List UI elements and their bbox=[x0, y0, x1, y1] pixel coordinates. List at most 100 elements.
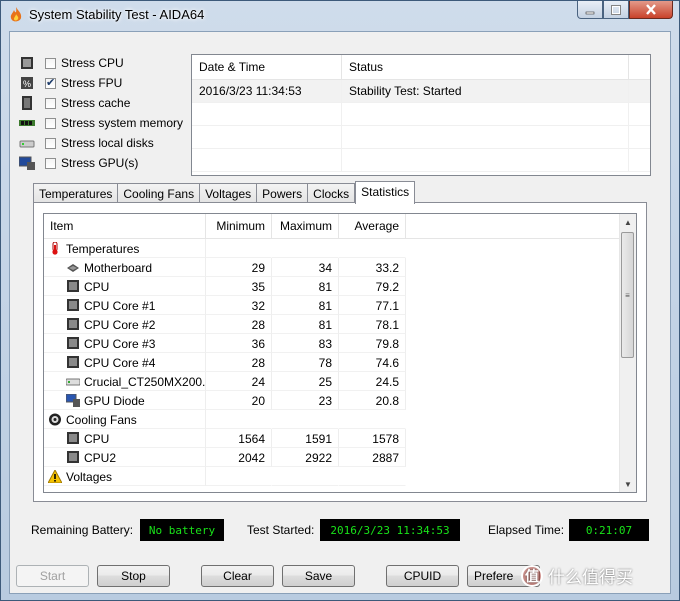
row-maximum bbox=[272, 410, 339, 429]
row-item-label: Crucial_CT250MX200... bbox=[84, 375, 206, 389]
row-average: 79.2 bbox=[339, 277, 406, 296]
tab-voltages[interactable]: Voltages bbox=[199, 183, 258, 203]
stress-fpu-option[interactable]: % Stress FPU bbox=[19, 73, 189, 93]
test-started-label: Test Started: bbox=[247, 523, 315, 537]
row-item-label: Cooling Fans bbox=[66, 413, 137, 427]
log-row[interactable]: 2016/3/23 11:34:53 Stability Test: Start… bbox=[192, 80, 650, 103]
log-header-status[interactable]: Status bbox=[342, 55, 629, 79]
row-average: 77.1 bbox=[339, 296, 406, 315]
tab-clocks[interactable]: Clocks bbox=[307, 183, 356, 203]
test-started-value: 2016/3/23 11:34:53 bbox=[320, 519, 460, 541]
table-row[interactable]: CPU 35 81 79.2 bbox=[44, 277, 636, 296]
stress-cache-option[interactable]: Stress cache bbox=[19, 93, 189, 113]
group-row[interactable]: Cooling Fans bbox=[44, 410, 636, 429]
row-maximum: 83 bbox=[272, 334, 339, 353]
stress-memory-option[interactable]: Stress system memory bbox=[19, 113, 189, 133]
start-button[interactable]: Start bbox=[16, 565, 89, 587]
row-average bbox=[339, 467, 406, 486]
row-maximum: 2922 bbox=[272, 448, 339, 467]
maximize-icon bbox=[611, 4, 621, 15]
table-row[interactable]: CPU 1564 1591 1578 bbox=[44, 429, 636, 448]
scroll-thumb[interactable]: ≡ bbox=[621, 232, 634, 358]
stress-disks-option[interactable]: Stress local disks bbox=[19, 133, 189, 153]
cpu-icon bbox=[66, 318, 80, 331]
tab-powers[interactable]: Powers bbox=[256, 183, 309, 203]
table-row[interactable]: CPU Core #4 28 78 74.6 bbox=[44, 353, 636, 372]
table-row[interactable]: CPU Core #1 32 81 77.1 bbox=[44, 296, 636, 315]
table-row[interactable]: Crucial_CT250MX200... 24 25 24.5 bbox=[44, 372, 636, 391]
row-average: 2887 bbox=[339, 448, 406, 467]
gpu-monitor-icon bbox=[18, 156, 35, 170]
row-minimum bbox=[206, 239, 272, 258]
scroll-down-arrow-icon[interactable]: ▼ bbox=[620, 476, 636, 492]
header-average[interactable]: Average bbox=[339, 214, 406, 238]
stress-memory-checkbox[interactable] bbox=[45, 117, 56, 129]
stress-fpu-checkbox[interactable] bbox=[45, 76, 56, 89]
battery-label: Remaining Battery: bbox=[31, 523, 134, 537]
minimize-button[interactable] bbox=[577, 1, 603, 19]
tab-temperatures[interactable]: Temperatures bbox=[33, 183, 119, 203]
stress-gpu-option[interactable]: Stress GPU(s) bbox=[18, 153, 189, 173]
clear-button[interactable]: Clear bbox=[201, 565, 274, 587]
event-log-list[interactable]: Date & Time Status 2016/3/23 11:34:53 St… bbox=[191, 54, 651, 176]
stress-gpu-label: Stress GPU(s) bbox=[61, 156, 139, 170]
battery-value: No battery bbox=[140, 519, 224, 541]
cpuid-button[interactable]: CPUID bbox=[386, 565, 459, 587]
row-item-label: CPU Core #4 bbox=[84, 356, 156, 370]
memory-icon bbox=[19, 116, 35, 130]
row-minimum: 29 bbox=[206, 258, 272, 277]
group-row[interactable]: Voltages bbox=[44, 467, 636, 486]
row-item-label: Temperatures bbox=[66, 242, 140, 256]
header-maximum[interactable]: Maximum bbox=[272, 214, 339, 238]
log-header-datetime[interactable]: Date & Time bbox=[192, 55, 342, 79]
stress-cpu-checkbox[interactable] bbox=[45, 57, 56, 69]
table-row[interactable]: GPU Diode 20 23 20.8 bbox=[44, 391, 636, 410]
row-average: 33.2 bbox=[339, 258, 406, 277]
stress-cache-checkbox[interactable] bbox=[45, 97, 56, 109]
stress-disks-checkbox[interactable] bbox=[45, 137, 56, 149]
row-maximum bbox=[272, 239, 339, 258]
disk-icon bbox=[65, 375, 81, 388]
table-row[interactable]: CPU Core #2 28 81 78.1 bbox=[44, 315, 636, 334]
title-bar[interactable]: System Stability Test - AIDA64 bbox=[1, 1, 679, 29]
header-item[interactable]: Item bbox=[44, 214, 206, 238]
vertical-scrollbar[interactable]: ▲ ≡ ▼ bbox=[619, 214, 636, 492]
row-minimum: 35 bbox=[206, 277, 272, 296]
row-minimum: 28 bbox=[206, 315, 272, 334]
row-minimum: 24 bbox=[206, 372, 272, 391]
row-average bbox=[339, 239, 406, 258]
watermark-text: 什么值得买 bbox=[548, 568, 633, 587]
cache-icon bbox=[19, 96, 35, 110]
save-button[interactable]: Save bbox=[282, 565, 355, 587]
tab-cooling-fans[interactable]: Cooling Fans bbox=[117, 183, 201, 203]
table-row[interactable]: Motherboard 29 34 33.2 bbox=[44, 258, 636, 277]
cpu-icon bbox=[66, 337, 80, 350]
row-maximum: 81 bbox=[272, 277, 339, 296]
maximize-button[interactable] bbox=[603, 1, 629, 19]
table-row[interactable]: CPU2 2042 2922 2887 bbox=[44, 448, 636, 467]
elapsed-time-label: Elapsed Time: bbox=[488, 523, 565, 537]
header-minimum[interactable]: Minimum bbox=[206, 214, 272, 238]
fpu-icon: % bbox=[19, 76, 35, 90]
row-item-label: CPU Core #1 bbox=[84, 299, 156, 313]
stop-button[interactable]: Stop bbox=[97, 565, 170, 587]
table-row[interactable]: CPU Core #3 36 83 79.8 bbox=[44, 334, 636, 353]
row-minimum bbox=[206, 410, 272, 429]
row-item-label: CPU2 bbox=[84, 451, 117, 465]
row-average bbox=[339, 410, 406, 429]
svg-text:%: % bbox=[23, 79, 31, 89]
row-average: 1578 bbox=[339, 429, 406, 448]
tab-statistics[interactable]: Statistics bbox=[355, 181, 416, 204]
cpu-icon bbox=[66, 356, 80, 369]
row-maximum: 81 bbox=[272, 315, 339, 334]
scroll-up-arrow-icon[interactable]: ▲ bbox=[620, 214, 636, 230]
stress-cpu-option[interactable]: Stress CPU bbox=[19, 53, 189, 73]
statistics-table[interactable]: Item Minimum Maximum Average Temperature… bbox=[43, 213, 637, 493]
close-button[interactable] bbox=[629, 1, 673, 19]
cpu-icon bbox=[66, 451, 80, 464]
stress-gpu-checkbox[interactable] bbox=[45, 157, 56, 169]
row-minimum bbox=[206, 467, 272, 486]
close-icon bbox=[646, 4, 656, 15]
row-average: 79.8 bbox=[339, 334, 406, 353]
group-row[interactable]: Temperatures bbox=[44, 239, 636, 258]
